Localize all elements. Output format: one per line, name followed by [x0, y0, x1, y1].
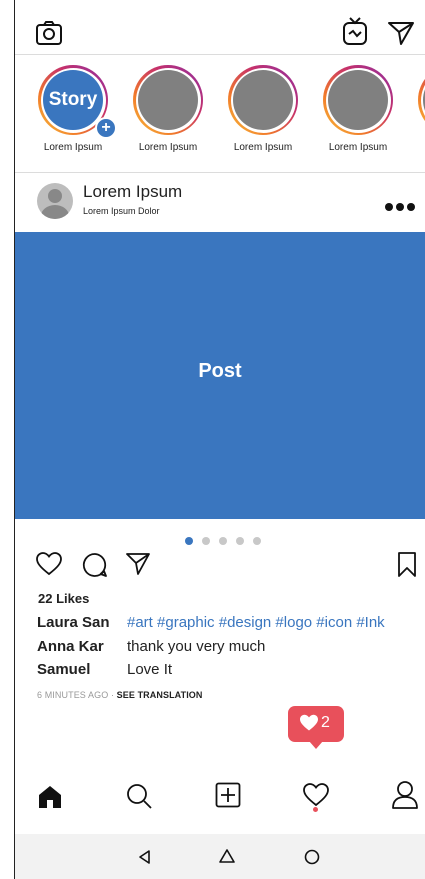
story-label: Lorem Ipsum: [328, 142, 388, 153]
bottom-nav: [15, 762, 425, 835]
post-avatar[interactable]: [37, 183, 73, 219]
story-avatar: [138, 70, 198, 130]
comment-user[interactable]: Anna Kar: [37, 638, 127, 655]
direct-message-icon[interactable]: [387, 20, 415, 46]
comment-icon[interactable]: [82, 552, 108, 578]
likes-count[interactable]: 22 Likes: [38, 591, 89, 606]
carousel-dot: [202, 537, 210, 545]
story-own[interactable]: Story + Lorem Ipsum: [32, 65, 117, 165]
home-icon[interactable]: [37, 784, 63, 810]
comment-text: thank you very much: [127, 638, 266, 655]
post-image-label: Post: [198, 360, 242, 382]
story-label: Lorem Ipsum: [138, 142, 198, 153]
like-heart-icon[interactable]: [36, 552, 62, 576]
back-icon[interactable]: [137, 849, 153, 865]
comment-row: Laura San #art #graphic #design #logo #ic…: [37, 614, 385, 631]
activity-unread-dot: [313, 807, 318, 812]
comment-user[interactable]: Samuel: [37, 661, 127, 678]
post-actions: [15, 548, 425, 584]
story-label: Lorem Ipsum: [43, 142, 103, 153]
carousel-dot: [236, 537, 244, 545]
igtv-icon[interactable]: [341, 16, 369, 46]
more-options-icon[interactable]: [385, 198, 421, 211]
meta-separator: ·: [110, 690, 115, 700]
activity-notification-bubble[interactable]: 2: [288, 706, 344, 749]
camera-icon[interactable]: [35, 20, 63, 46]
story-item-partial[interactable]: [412, 65, 425, 165]
story-own-avatar: Story: [43, 70, 103, 130]
carousel-indicator: [185, 532, 270, 545]
share-icon[interactable]: [125, 552, 151, 576]
story-item[interactable]: Lorem Ipsum: [222, 65, 302, 165]
system-nav-bar: [15, 834, 425, 879]
post-image[interactable]: Post: [15, 232, 425, 519]
add-story-icon[interactable]: +: [95, 117, 117, 139]
story-item[interactable]: Lorem Ipsum: [317, 65, 397, 165]
carousel-dot: [219, 537, 227, 545]
heart-filled-icon: [300, 714, 318, 731]
story-ring: Story +: [38, 65, 117, 139]
recents-icon[interactable]: [303, 848, 321, 866]
post-location: Lorem Ipsum Dolor: [83, 206, 160, 216]
story-label: Lorem Ipsum: [233, 142, 293, 153]
story-ring: [228, 65, 298, 135]
comment-hashtags[interactable]: #art #graphic #design #logo #icon #Ink: [127, 614, 385, 631]
new-post-icon[interactable]: [215, 782, 241, 808]
activity-heart-icon[interactable]: [303, 783, 329, 807]
comment-row: Anna Kar thank you very much: [37, 638, 265, 655]
story-avatar: [233, 70, 293, 130]
post-time: 6 MINUTES AGO: [37, 690, 109, 700]
carousel-dot: [253, 537, 261, 545]
carousel-dot-active: [185, 537, 193, 545]
comment-user[interactable]: Laura San: [37, 614, 127, 631]
bookmark-icon[interactable]: [397, 551, 417, 579]
app-frame: Story + Lorem Ipsum Lorem Ipsum Lorem Ip…: [14, 0, 425, 879]
story-ring: [323, 65, 393, 135]
post-username[interactable]: Lorem Ipsum: [83, 182, 182, 202]
comment-row: Samuel Love It: [37, 661, 172, 678]
top-bar: [15, 0, 425, 55]
story-ring: [418, 65, 425, 135]
post-meta: 6 MINUTES AGO · SEE TRANSLATION: [37, 690, 203, 700]
post-header: Lorem Ipsum Lorem Ipsum Dolor: [15, 173, 425, 231]
notification-count: 2: [321, 714, 330, 731]
comment-text: Love It: [127, 661, 173, 678]
profile-icon[interactable]: [391, 780, 419, 810]
home-button-icon[interactable]: [218, 848, 236, 864]
story-avatar: [328, 70, 388, 130]
story-ring: [133, 65, 203, 135]
see-translation-link[interactable]: SEE TRANSLATION: [117, 690, 203, 700]
search-icon[interactable]: [125, 782, 153, 810]
story-item[interactable]: Lorem Ipsum: [127, 65, 207, 165]
stories-row: Story + Lorem Ipsum Lorem Ipsum Lorem Ip…: [15, 55, 425, 173]
